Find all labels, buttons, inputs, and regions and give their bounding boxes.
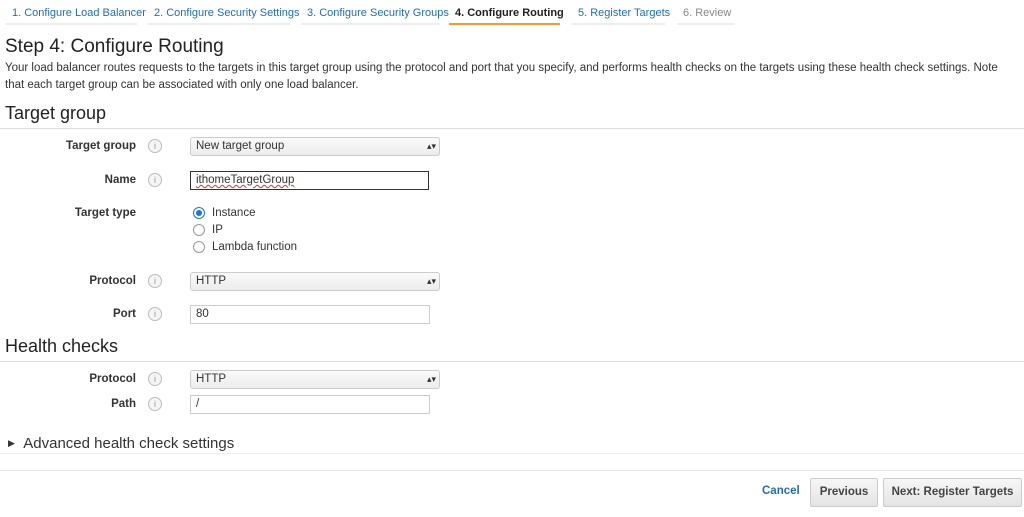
target-group-value: New target group (196, 140, 285, 152)
name-label: Name (104, 174, 136, 186)
tab-configure-load-balancer[interactable]: 1. Configure Load Balancer (6, 0, 146, 25)
hc-protocol-select[interactable]: HTTP ▴▾ (190, 370, 440, 389)
port-label: Port (113, 308, 136, 320)
path-label: Path (111, 398, 136, 410)
radio-ip[interactable] (193, 224, 205, 236)
path-input[interactable]: / (190, 395, 430, 414)
protocol-select[interactable]: HTTP ▴▾ (190, 272, 440, 291)
tab-register-targets[interactable]: 5. Register Targets (572, 0, 670, 25)
cancel-link[interactable]: Cancel (762, 485, 800, 497)
radio-label-ip: IP (212, 224, 223, 236)
radio-lambda[interactable] (193, 241, 205, 253)
tab-configure-security-groups[interactable]: 3. Configure Security Groups (301, 0, 449, 25)
page-title: Step 4: Configure Routing (5, 36, 224, 57)
advanced-health-check-toggle[interactable]: ▶ Advanced health check settings (8, 435, 234, 452)
health-checks-heading: Health checks (5, 336, 119, 356)
target-group-select[interactable]: New target group ▴▾ (190, 137, 440, 156)
tab-configure-security-settings[interactable]: 2. Configure Security Settings (148, 0, 300, 25)
tab-configure-routing[interactable]: 4. Configure Routing (449, 0, 564, 25)
protocol-label: Protocol (89, 275, 136, 287)
divider (0, 453, 1024, 454)
divider (0, 470, 1024, 471)
tab-review: 6. Review (677, 0, 735, 25)
radio-label-instance: Instance (212, 207, 256, 219)
name-input[interactable]: ithomeTargetGroup (190, 171, 429, 190)
info-icon[interactable]: i (148, 173, 162, 187)
info-icon[interactable]: i (148, 307, 162, 321)
target-group-heading: Target group (5, 103, 107, 123)
previous-button[interactable]: Previous (810, 478, 878, 507)
target-group-label: Target group (65, 140, 136, 152)
target-type-label: Target type (74, 207, 136, 219)
port-input[interactable]: 80 (190, 305, 430, 324)
select-arrows-icon: ▴▾ (426, 276, 436, 286)
info-icon[interactable]: i (148, 139, 162, 153)
radio-instance[interactable] (193, 207, 205, 219)
advanced-label: Advanced health check settings (23, 435, 235, 452)
select-arrows-icon: ▴▾ (426, 374, 436, 384)
select-arrows-icon: ▴▾ (426, 141, 436, 151)
divider (0, 361, 1024, 362)
info-icon[interactable]: i (148, 397, 162, 411)
hc-protocol-value: HTTP (196, 373, 227, 385)
divider (0, 128, 1024, 129)
page-description: Your load balancer routes requests to th… (5, 62, 998, 91)
info-icon[interactable]: i (148, 274, 162, 288)
caret-right-icon: ▶ (8, 438, 15, 448)
hc-protocol-label: Protocol (89, 373, 136, 385)
info-icon[interactable]: i (148, 372, 162, 386)
next-register-targets-button[interactable]: Next: Register Targets (883, 478, 1022, 507)
protocol-value: HTTP (196, 275, 227, 287)
radio-label-lambda: Lambda function (212, 241, 298, 253)
